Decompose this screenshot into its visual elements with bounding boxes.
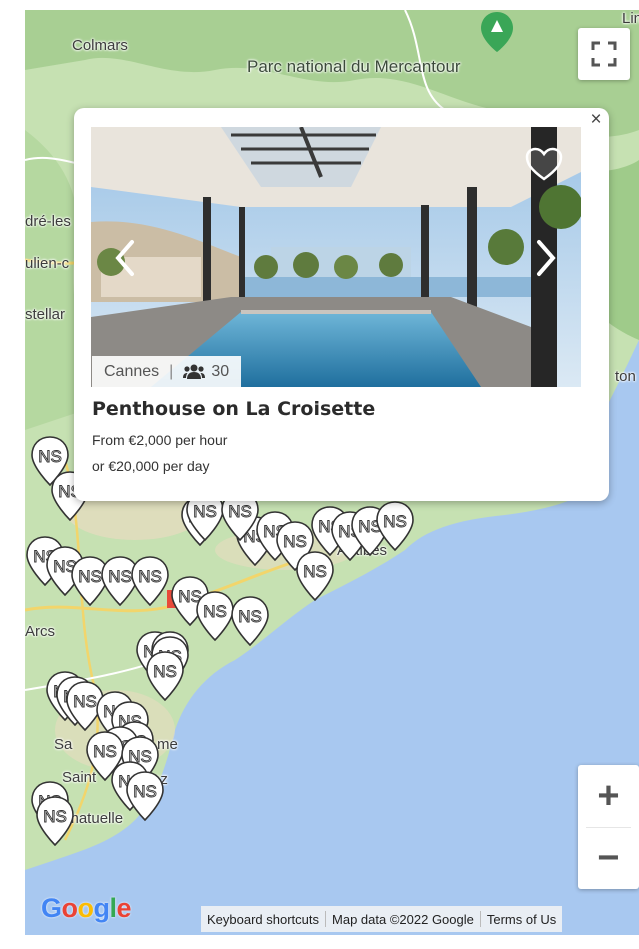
svg-text:NS: NS bbox=[93, 742, 117, 761]
place-label-park: Parc national du Mercantour bbox=[247, 57, 461, 76]
map-marker[interactable]: NS bbox=[375, 500, 415, 552]
svg-text:NS: NS bbox=[78, 567, 102, 586]
minus-icon: − bbox=[597, 837, 620, 879]
keyboard-shortcuts-link[interactable]: Keyboard shortcuts bbox=[201, 912, 325, 927]
zoom-in-button[interactable]: + bbox=[578, 765, 639, 827]
listing-photo[interactable] bbox=[91, 127, 581, 387]
map-marker[interactable]: NS bbox=[295, 550, 335, 602]
svg-text:NS: NS bbox=[138, 567, 162, 586]
chevron-right-icon[interactable] bbox=[534, 239, 558, 277]
heart-icon[interactable] bbox=[525, 147, 563, 183]
location-chip: Cannes | 30 bbox=[92, 356, 242, 387]
svg-text:NS: NS bbox=[203, 602, 227, 621]
svg-text:NS: NS bbox=[38, 447, 62, 466]
map-attribution: Keyboard shortcuts Map data ©2022 Google… bbox=[201, 906, 563, 932]
place-label: ulien-c bbox=[25, 255, 70, 272]
listing-title[interactable]: Penthouse on La Croisette bbox=[92, 398, 375, 420]
place-label: stellar bbox=[25, 306, 66, 323]
place-label: Arcs bbox=[25, 623, 55, 640]
svg-text:NS: NS bbox=[283, 532, 307, 551]
svg-text:NS: NS bbox=[108, 567, 132, 586]
place-label: me bbox=[157, 736, 178, 753]
map-marker[interactable]: NS bbox=[130, 555, 170, 607]
svg-text:NS: NS bbox=[228, 502, 252, 521]
map-marker[interactable]: NS bbox=[125, 770, 165, 822]
svg-text:NS: NS bbox=[303, 562, 327, 581]
google-logo[interactable]: Google bbox=[41, 893, 132, 924]
svg-text:NS: NS bbox=[383, 512, 407, 531]
map-data-label: Map data ©2022 Google bbox=[332, 911, 474, 927]
place-label: dré-les bbox=[25, 213, 71, 230]
fullscreen-button[interactable] bbox=[578, 28, 630, 80]
map-marker[interactable]: NS bbox=[145, 650, 185, 702]
map-marker[interactable]: NS bbox=[195, 590, 235, 642]
location-label: Cannes bbox=[104, 362, 160, 380]
users-icon bbox=[183, 364, 206, 379]
svg-text:NS: NS bbox=[238, 607, 262, 626]
svg-text:NS: NS bbox=[73, 692, 97, 711]
svg-text:NS: NS bbox=[43, 807, 67, 826]
listing-popup: × Cannes | 30 Penthouse on La Croisette … bbox=[74, 108, 609, 501]
chip-separator: | bbox=[169, 362, 174, 380]
place-label: ton bbox=[615, 368, 636, 385]
terms-link[interactable]: Terms of Us bbox=[481, 912, 562, 927]
map-marker[interactable]: NS bbox=[35, 795, 75, 847]
map-marker[interactable]: NS bbox=[230, 595, 270, 647]
svg-text:NS: NS bbox=[133, 782, 157, 801]
zoom-control: + − bbox=[578, 765, 639, 889]
plus-icon: + bbox=[597, 775, 620, 817]
price-per-hour: From €2,000 per hour bbox=[92, 432, 228, 448]
svg-text:NS: NS bbox=[153, 662, 177, 681]
zoom-divider bbox=[586, 827, 631, 828]
place-label: Sa bbox=[54, 736, 73, 753]
capacity-count: 30 bbox=[211, 362, 230, 380]
fullscreen-icon bbox=[591, 41, 617, 67]
penthouse-photo bbox=[91, 127, 581, 387]
place-label: Lin bbox=[622, 10, 639, 27]
chevron-left-icon[interactable] bbox=[113, 239, 137, 277]
zoom-out-button[interactable]: − bbox=[578, 827, 639, 889]
svg-text:NS: NS bbox=[193, 502, 217, 521]
price-per-day: or €20,000 per day bbox=[92, 458, 210, 474]
close-button[interactable]: × bbox=[586, 109, 606, 131]
place-label: Colmars bbox=[72, 37, 128, 54]
google-logo-text: Google bbox=[41, 893, 132, 923]
